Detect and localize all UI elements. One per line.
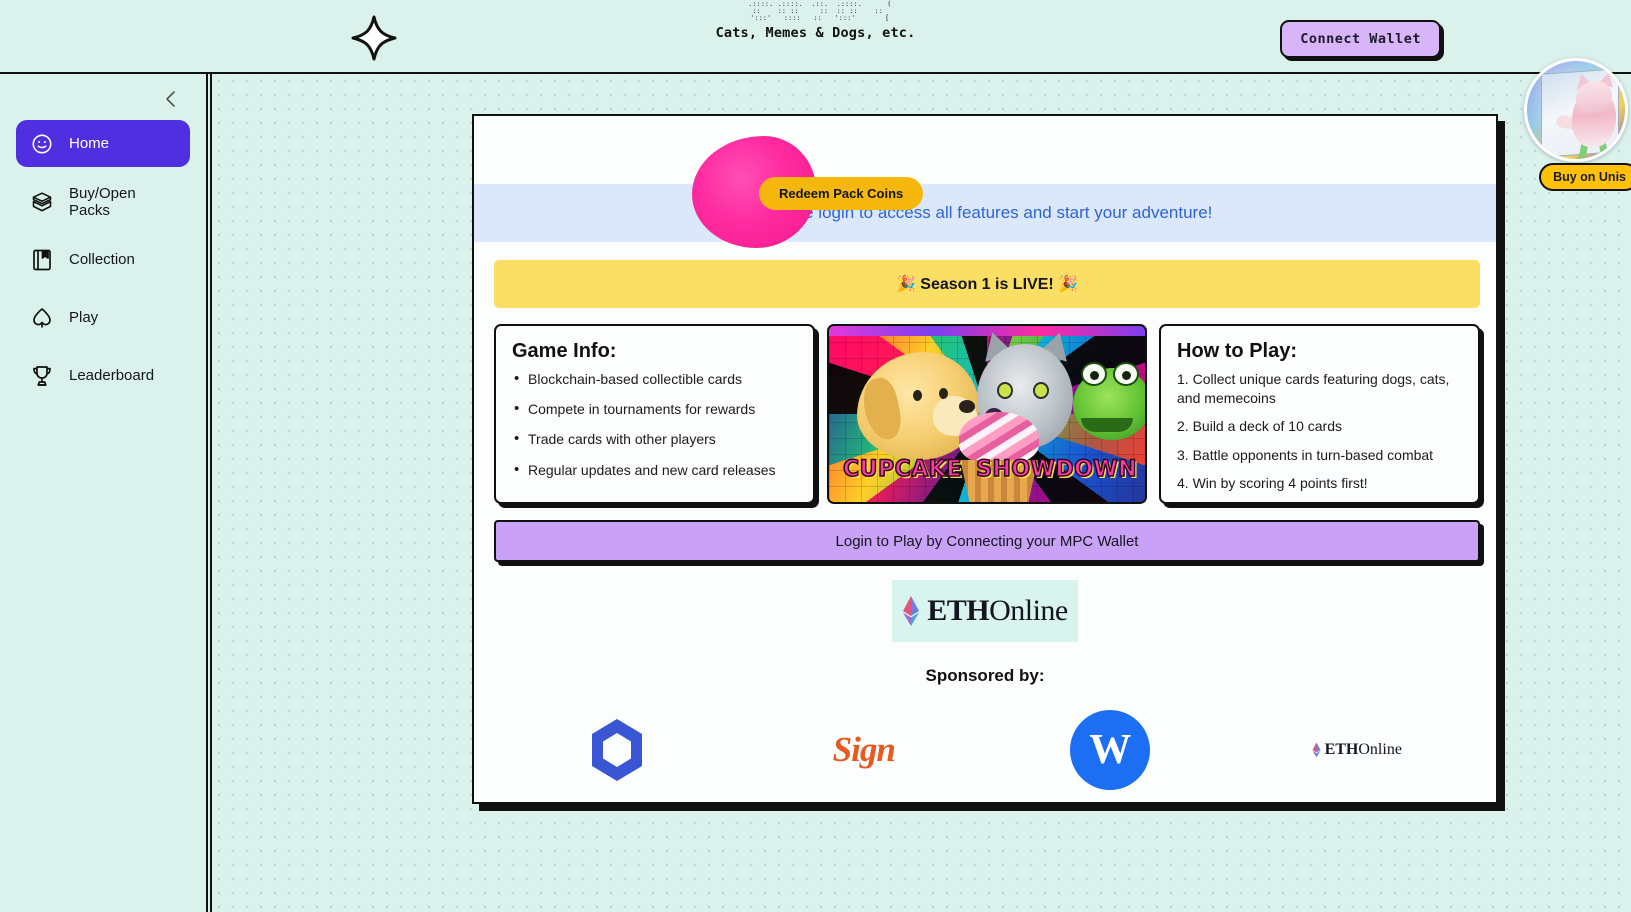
ethereum-diamond-icon [1312, 742, 1321, 758]
spade-icon [30, 306, 54, 330]
login-notice-banner: Please login to access all features and … [474, 184, 1496, 242]
list-item: Regular updates and new card releases [512, 460, 797, 480]
sidebar-item-play[interactable]: Play [16, 294, 190, 341]
w-wordmark: W [1070, 710, 1151, 790]
ethereum-diamond-icon [902, 596, 920, 626]
hexagon-icon [588, 717, 646, 783]
how-to-play-title: How to Play: [1177, 340, 1298, 362]
sidebar-item-home[interactable]: Home [16, 120, 190, 167]
list-item: Collect unique cards featuring dogs, cat… [1177, 371, 1450, 406]
open-box-icon [30, 190, 54, 214]
list-item: Blockchain-based collectible cards [512, 369, 797, 389]
sidebar-nav: Home Buy/Open Packs Collection Play Lead… [16, 120, 190, 399]
ethonline-light: Online [1358, 741, 1402, 758]
ethonline-bold: ETH [1324, 741, 1359, 758]
logo-ascii-bottom: ':::' :::: :: ':::' [ [741, 14, 890, 22]
list-item: Win by scoring 4 points first! [1192, 475, 1368, 492]
login-mpc-wallet-button[interactable]: Login to Play by Connecting your MPC Wal… [494, 520, 1480, 562]
sidebar-item-label: Home [69, 135, 110, 152]
frog-pupil-right [1122, 371, 1131, 380]
sign-wordmark: Sign [832, 730, 896, 769]
game-info-card: Game Info: Blockchain-based collectible … [494, 324, 815, 504]
sidebar-item-label: Buy/Open Packs [69, 184, 136, 219]
frog-mouth [1081, 418, 1133, 432]
sidebar: Home Buy/Open Packs Collection Play Lead… [0, 74, 208, 912]
dog-eye-right [939, 388, 948, 399]
ethonline-small-wordmark: ETHOnline [1325, 741, 1402, 759]
sponsors-row: Sign W ETHOnline [494, 702, 1480, 798]
ethonline-logo: ETHOnline [892, 580, 1078, 642]
login-mpc-wallet-label: Login to Play by Connecting your MPC Wal… [835, 532, 1139, 550]
avatar[interactable] [1524, 58, 1628, 162]
hero-title-right: SHOWDOWN [975, 456, 1137, 483]
list-item: Battle opponents in turn-based combat [1192, 446, 1434, 463]
frog-eye-left [1081, 362, 1107, 386]
sponsored-by-title: Sponsored by: [925, 666, 1045, 685]
book-bookmark-icon [30, 248, 54, 272]
sponsor-w[interactable]: W [987, 710, 1234, 790]
ethonline-bold: ETH [927, 594, 990, 627]
how-to-play-card: How to Play: Collect unique cards featur… [1159, 324, 1480, 504]
dog-eye-left [913, 390, 922, 401]
hero-title-left: CUPCAKE [842, 456, 962, 483]
sponsor-hexagon[interactable] [494, 717, 741, 783]
buy-on-uniswap-badge[interactable]: Buy on Unis [1539, 163, 1631, 191]
main-content-area: Redeem Pack Coins Please login to access… [210, 74, 1631, 912]
cat-eye-left [997, 382, 1013, 399]
ethonline-small-logo: ETHOnline [1312, 741, 1402, 759]
sponsor-ethonline[interactable]: ETHOnline [1234, 741, 1481, 759]
list-item: Compete in tournaments for rewards [512, 399, 797, 419]
how-to-play-list: Collect unique cards featuring dogs, cat… [1177, 370, 1462, 493]
trophy-icon [30, 364, 54, 388]
cat-eye-right [1033, 382, 1049, 399]
sparkle-icon [350, 14, 398, 62]
ethonline-light: Online [989, 594, 1068, 627]
chevron-left-icon[interactable] [160, 88, 182, 110]
cupcake-showdown-card[interactable]: CUPCAKE SHOWDOWN [827, 324, 1147, 504]
season-live-text: 🎉 Season 1 is LIVE! 🎉 [895, 276, 1079, 293]
sidebar-item-leaderboard[interactable]: Leaderboard [16, 352, 190, 399]
sidebar-item-label: Play [69, 309, 99, 326]
info-cards-row: Game Info: Blockchain-based collectible … [494, 324, 1480, 504]
list-item: Trade cards with other players [512, 429, 797, 449]
connect-wallet-button[interactable]: Connect Wallet [1280, 20, 1441, 58]
frog-pupil-left [1090, 371, 1099, 380]
redeem-pack-coins-button[interactable]: Redeem Pack Coins [759, 177, 924, 210]
avatar-art [1541, 68, 1619, 159]
ethonline-wordmark: ETHOnline [927, 594, 1068, 628]
top-header: .::::. .::::. .::. .::::. ( :: :: :: :: … [0, 0, 1631, 74]
smiley-icon [30, 132, 54, 156]
game-info-list: Blockchain-based collectible cards Compe… [512, 369, 797, 480]
sidebar-item-collection[interactable]: Collection [16, 236, 190, 283]
brand-logo[interactable]: .::::. .::::. .::. .::::. ( :: :: :: :: … [686, 0, 946, 74]
sponsor-sign[interactable]: Sign [741, 730, 988, 770]
brand-tagline: Cats, Memes & Dogs, etc. [715, 25, 916, 41]
sidebar-item-label: Leaderboard [69, 367, 155, 384]
dog-ear [858, 375, 906, 443]
season-live-banner: 🎉 Season 1 is LIVE! 🎉 [494, 260, 1480, 308]
home-panel: Redeem Pack Coins Please login to access… [472, 114, 1498, 804]
sidebar-collapse-row [16, 88, 190, 110]
game-info-title: Game Info: [512, 340, 617, 362]
app-root: .::::. .::::. .::. .::::. ( :: :: :: :: … [0, 0, 1631, 912]
sidebar-item-buy-open-packs[interactable]: Buy/Open Packs [16, 178, 190, 225]
sidebar-item-label: Collection [69, 251, 135, 268]
list-item: Build a deck of 10 cards [1192, 418, 1342, 435]
frog-eye-right [1113, 362, 1139, 386]
